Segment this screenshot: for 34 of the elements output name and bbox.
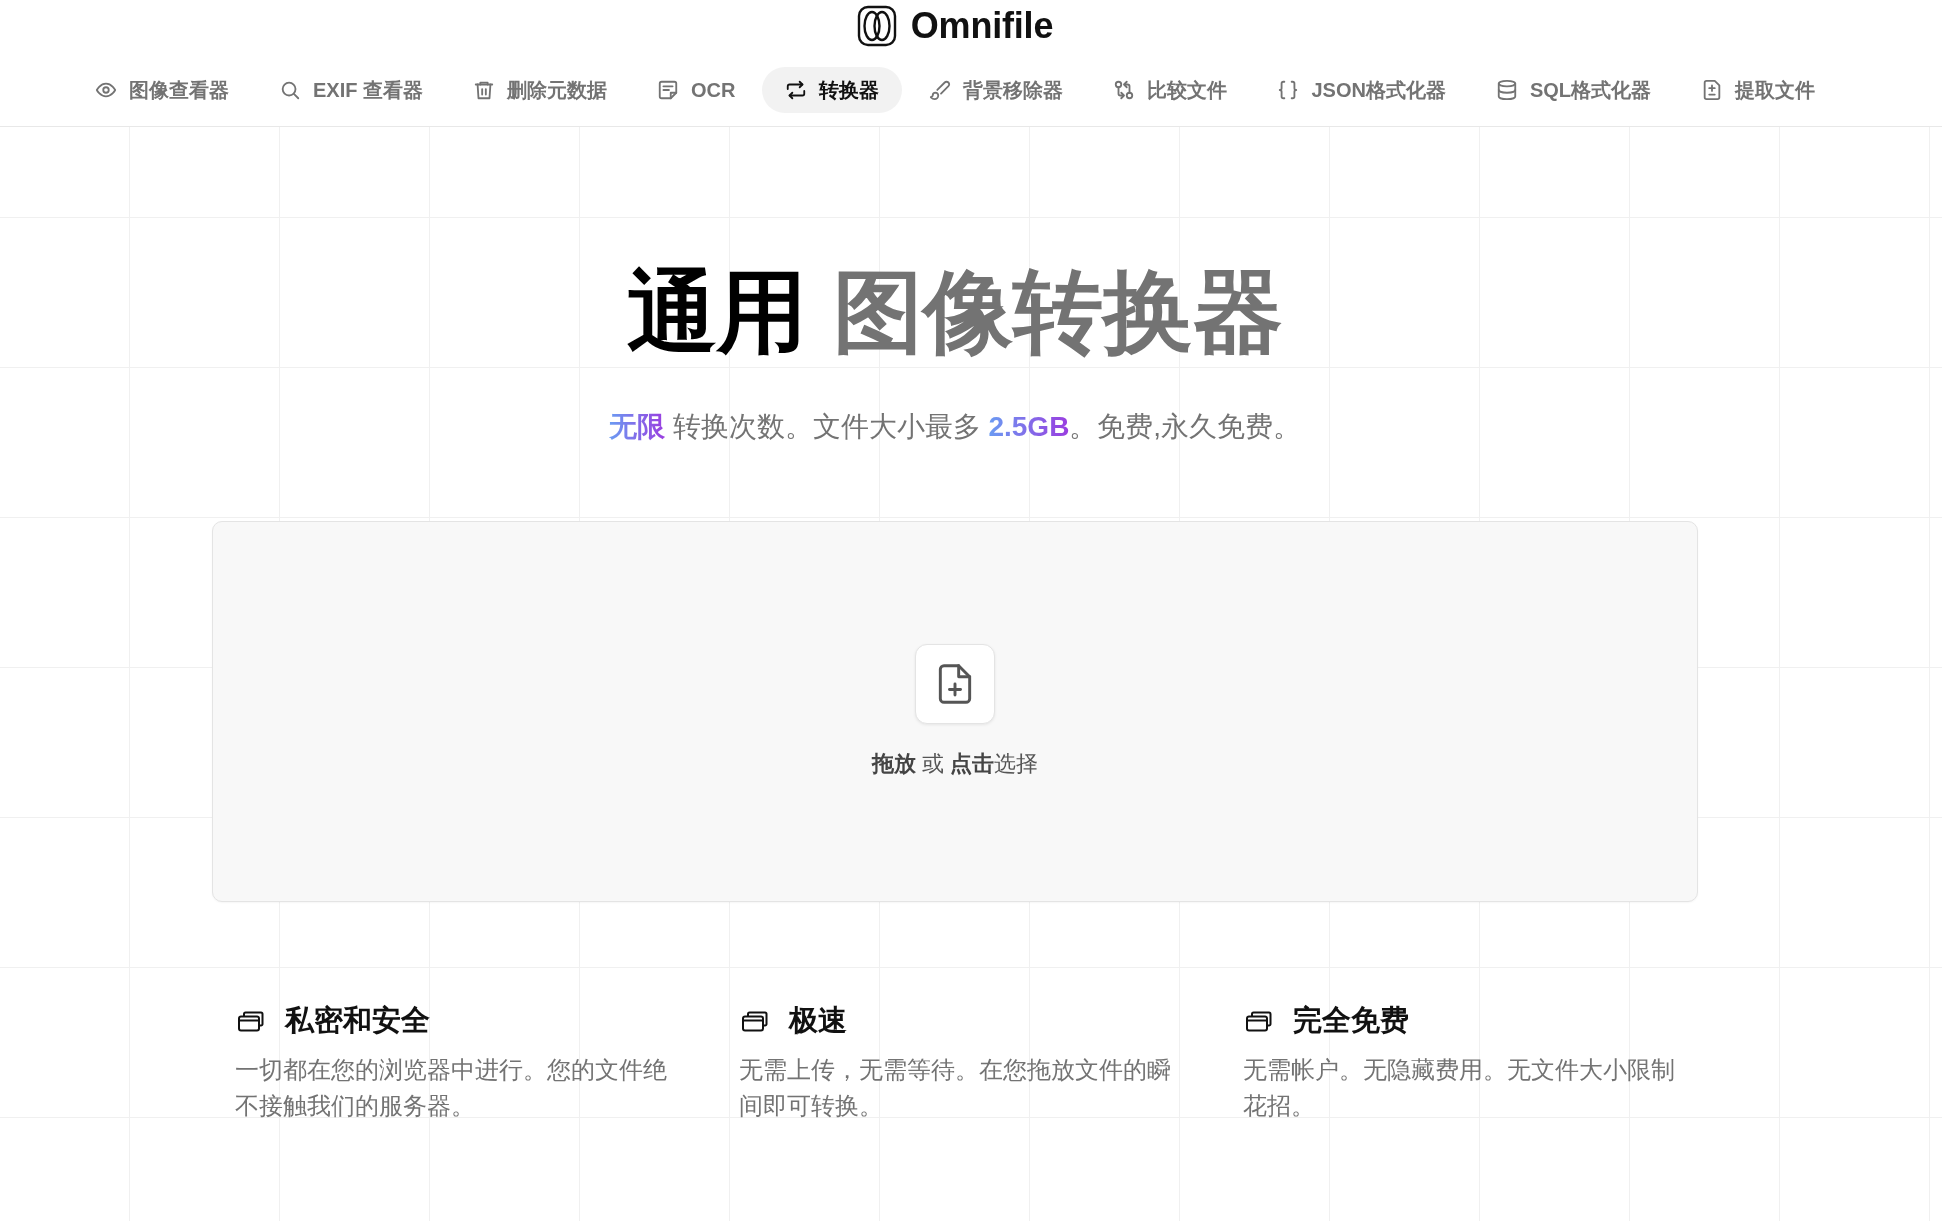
drop-zone[interactable]: 拖放 或 点击选择 [212, 521, 1698, 902]
brush-icon [929, 79, 952, 101]
nav-tab[interactable]: 比较文件 [1090, 67, 1251, 113]
nav-tab[interactable]: SQL格式化器 [1472, 67, 1675, 113]
feature-title: 完全免费 [1293, 1003, 1409, 1038]
database-icon [1495, 79, 1518, 101]
feature-description: 一切都在您的浏览器中进行。您的文件绝不接触我们的服务器。 [235, 1055, 668, 1121]
feature-description: 无需帐户。无隐藏费用。无文件大小限制花招。 [1243, 1055, 1676, 1121]
drop-prompt: 拖放 或 点击选择 [871, 750, 1039, 778]
hero-title-highlight: 图像转换器 [832, 262, 1283, 362]
nav-tab[interactable]: OCR [634, 67, 759, 113]
trash-icon [473, 79, 495, 101]
nav-tab[interactable]: 删除元数据 [450, 67, 630, 113]
note-icon [657, 79, 679, 101]
hero-subtitle: 无限 转换次数。文件大小最多 2.5GB。免费,永久免费。 [607, 410, 1303, 444]
nav-tab[interactable]: 背景移除器 [906, 67, 1087, 113]
swap-arrows-icon [785, 79, 808, 101]
feature-description: 无需上传，无需等待。在您拖放文件的瞬间即可转换。 [739, 1055, 1172, 1121]
hero-title: 通用 [627, 262, 808, 362]
stacked-cards-icon [1245, 1009, 1272, 1033]
file-plus-icon [915, 644, 995, 724]
nav-tab[interactable]: 转换器 [762, 67, 903, 113]
braces-icon [1277, 79, 1300, 101]
nav-tab[interactable]: JSON格式化器 [1254, 67, 1469, 113]
logo-icon [856, 5, 897, 47]
stacked-cards-icon [741, 1009, 768, 1033]
nav-tab[interactable]: EXIF 查看器 [255, 67, 446, 113]
feature-title: 私密和安全 [285, 1003, 430, 1038]
compare-icon [1113, 79, 1136, 101]
stacked-cards-icon [237, 1009, 264, 1033]
brand-name: Omnifile [910, 5, 1054, 47]
feature-title: 极速 [789, 1003, 847, 1038]
nav-tab[interactable]: 提取文件 [1678, 67, 1839, 113]
nav-tab[interactable]: 图像查看器 [71, 67, 252, 113]
